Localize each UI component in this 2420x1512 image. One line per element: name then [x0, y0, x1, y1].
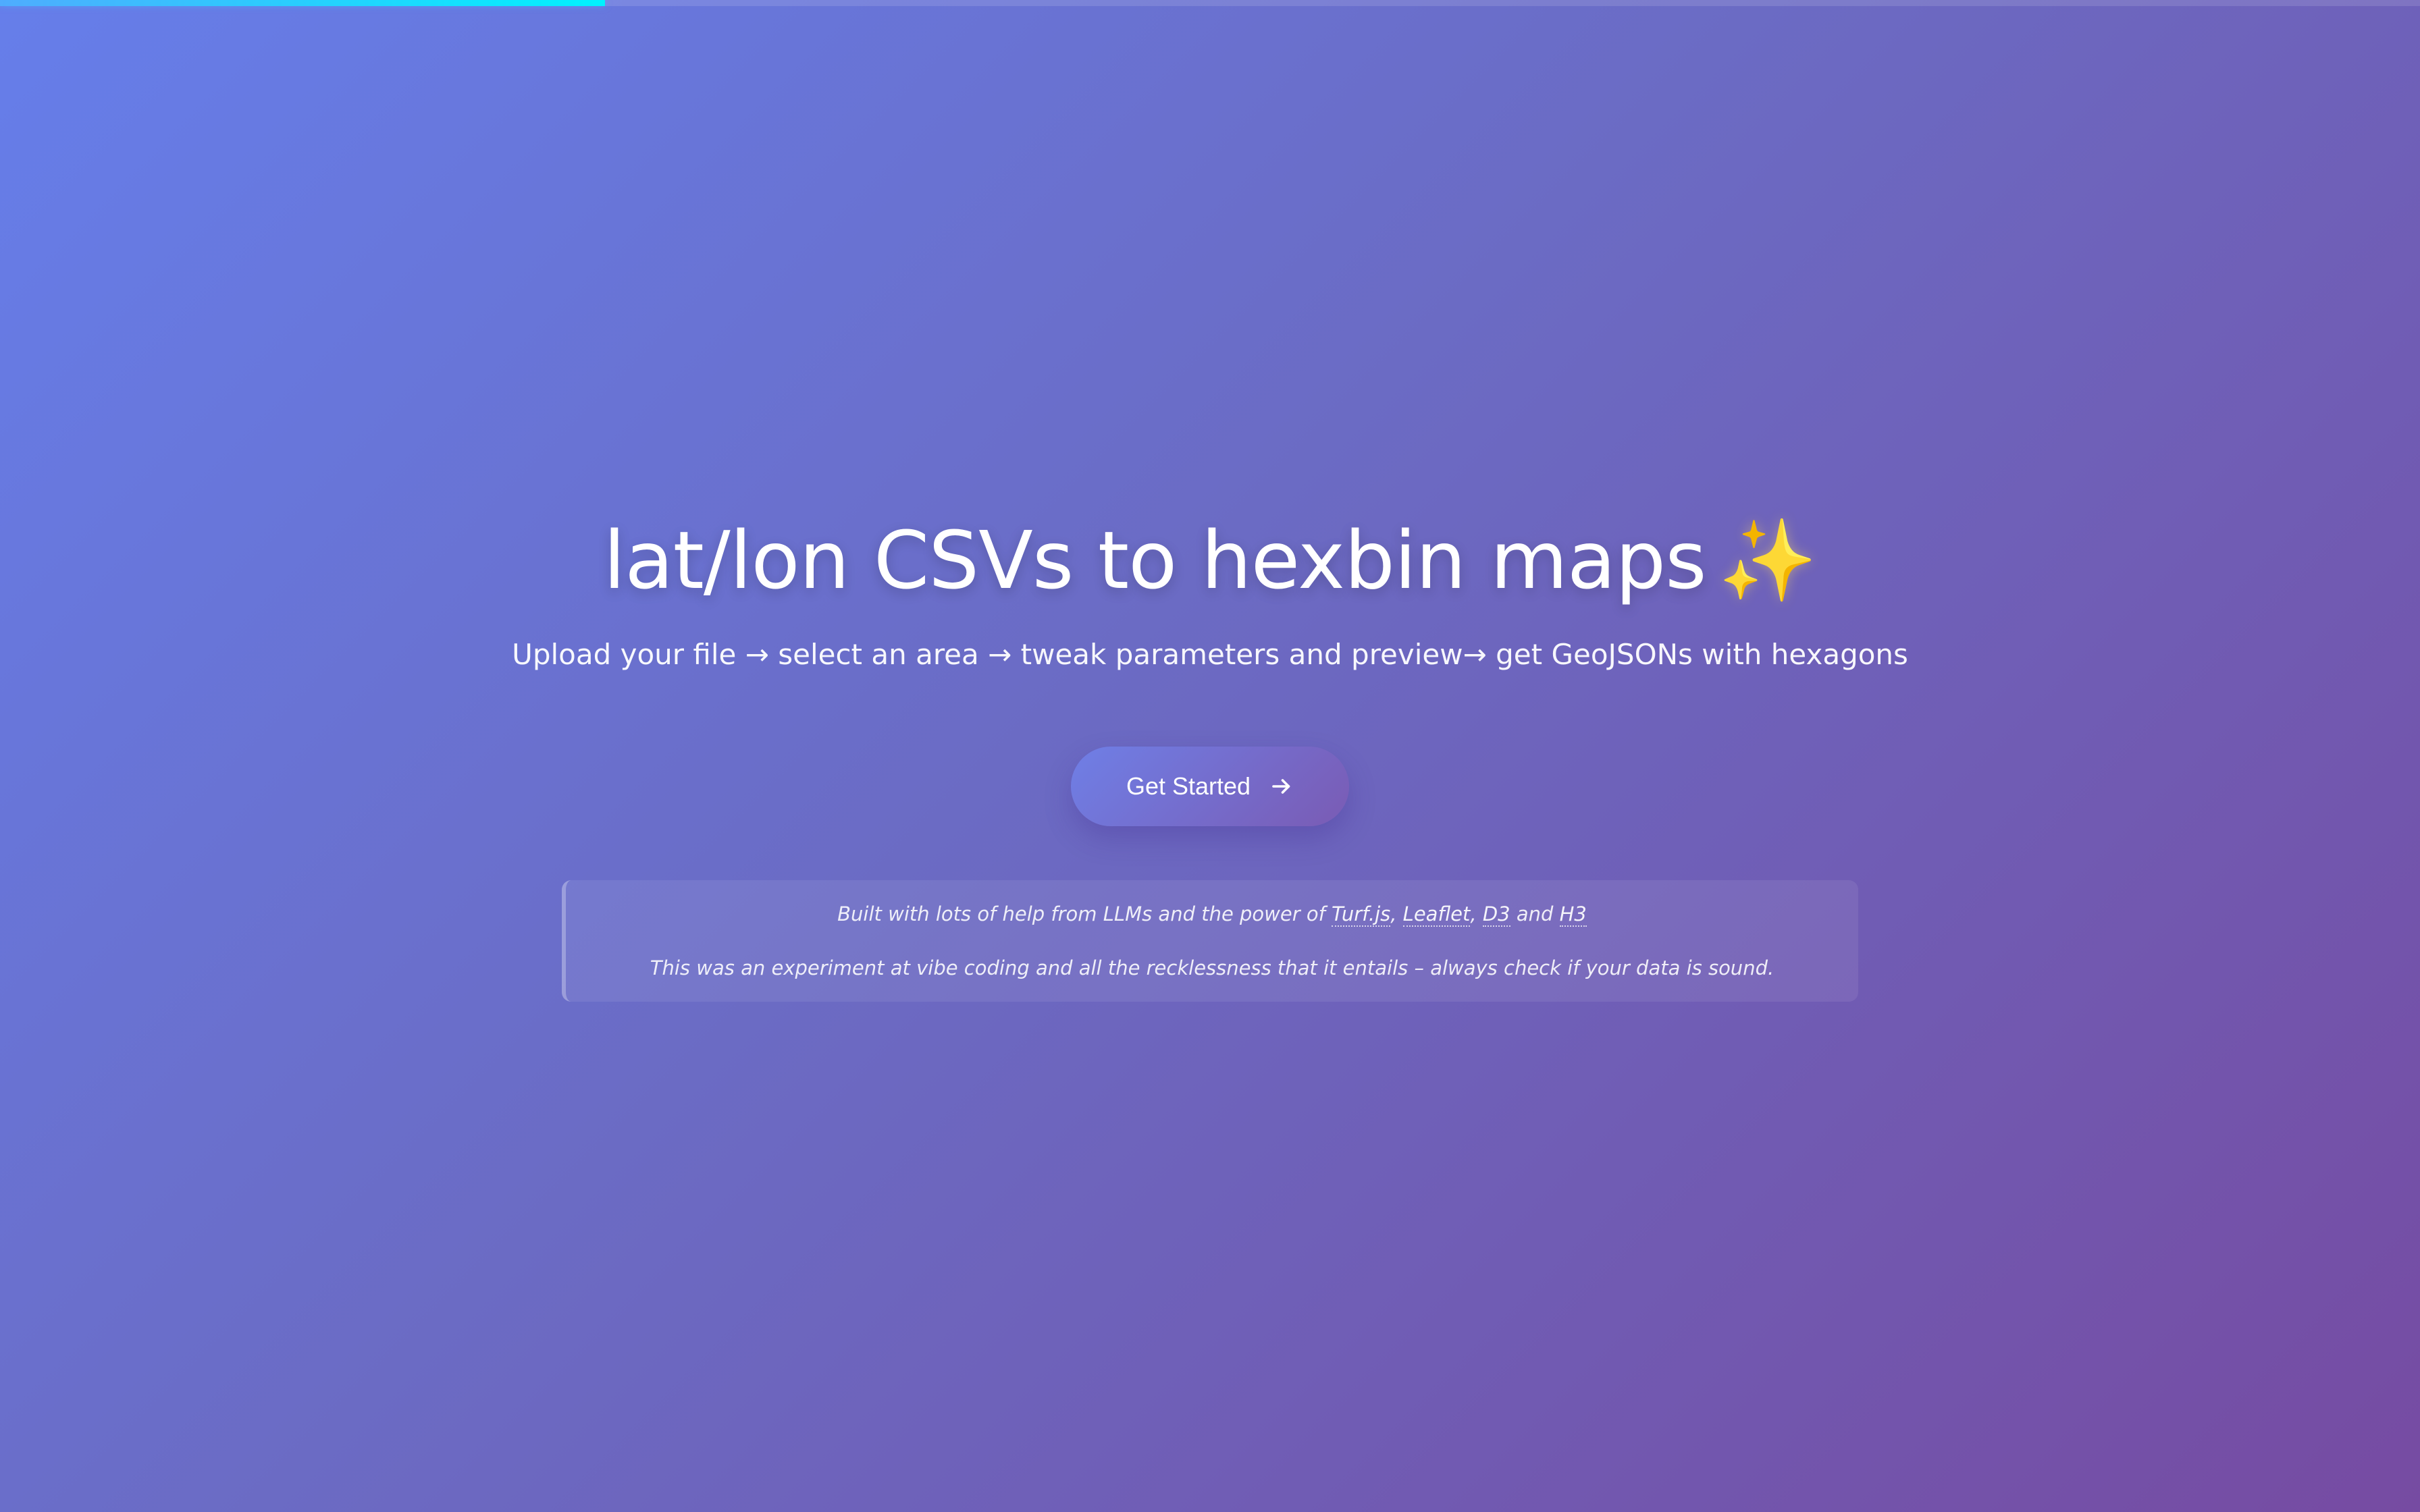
- credits-prefix: Built with lots of help from LLMs and th…: [837, 902, 1332, 925]
- progress-bar: [0, 0, 2420, 6]
- progress-bar-fill: [0, 0, 605, 6]
- page-title: lat/lon CSVs to hexbin maps ✨: [0, 513, 2420, 608]
- leaflet-link[interactable]: Leaflet: [1402, 902, 1471, 927]
- credits-separator: ,: [1470, 902, 1483, 925]
- arrow-right-icon: [1272, 779, 1290, 794]
- h3-link[interactable]: H3: [1559, 902, 1587, 927]
- disclaimer-text: This was an experiment at vibe coding an…: [650, 956, 1774, 979]
- credits-separator: ,: [1390, 902, 1403, 925]
- hero-section: lat/lon CSVs to hexbin maps ✨ Upload your…: [0, 513, 2420, 674]
- d3-link[interactable]: D3: [1482, 902, 1510, 927]
- get-started-button[interactable]: Get Started: [1071, 747, 1349, 826]
- credits-box: Built with lots of help from LLMs and th…: [562, 880, 1858, 1002]
- get-started-label: Get Started: [1126, 772, 1251, 800]
- turfjs-link[interactable]: Turf.js: [1332, 902, 1391, 927]
- page-subtitle: Upload your file → select an area → twea…: [512, 638, 1908, 671]
- credits-line: Built with lots of help from LLMs and th…: [566, 900, 1858, 927]
- sparkles-icon: ✨: [1718, 514, 1818, 607]
- page-title-text: lat/lon CSVs to hexbin maps: [603, 514, 1706, 607]
- credits-separator: and: [1510, 902, 1560, 925]
